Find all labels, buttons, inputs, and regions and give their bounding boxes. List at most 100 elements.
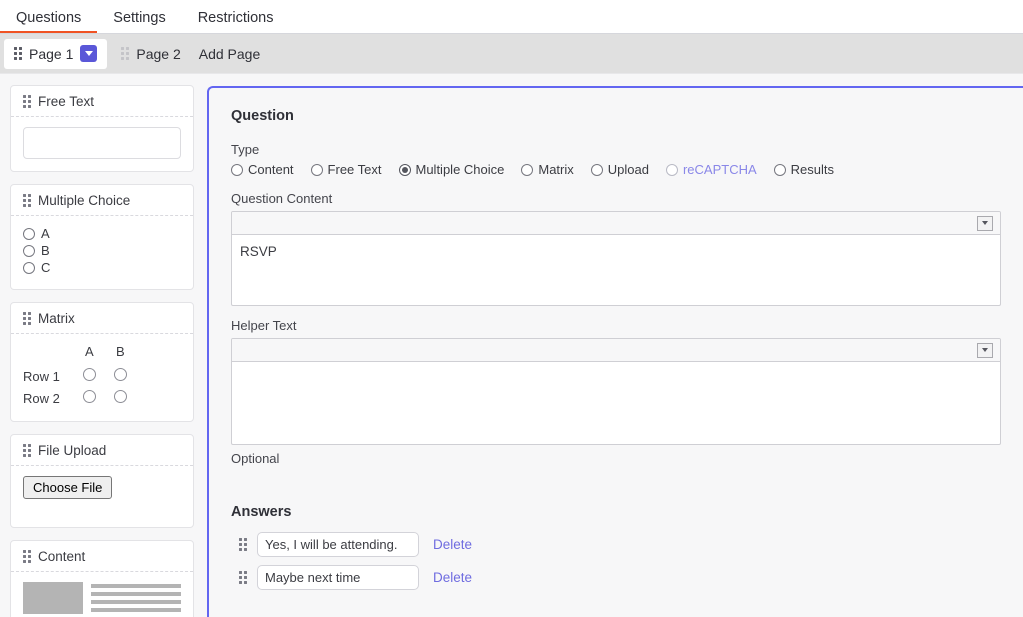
content-image-placeholder bbox=[23, 582, 83, 614]
answer-input[interactable] bbox=[257, 532, 419, 557]
tab-restrictions[interactable]: Restrictions bbox=[182, 10, 290, 35]
page-tab-page-1[interactable]: Page 1 bbox=[4, 38, 108, 69]
type-option-results[interactable]: Results bbox=[773, 162, 835, 177]
radio-icon[interactable] bbox=[23, 261, 35, 274]
question-type-radio-group[interactable]: Content Free Text Multiple Choice Matrix… bbox=[231, 162, 1001, 177]
helper-text-input[interactable] bbox=[232, 362, 1000, 444]
type-option-matrix-label: Matrix bbox=[538, 162, 574, 177]
type-option-content[interactable]: Content bbox=[231, 162, 294, 177]
radio-icon[interactable] bbox=[665, 163, 678, 176]
radio-icon[interactable] bbox=[113, 368, 127, 381]
radio-icon[interactable] bbox=[23, 244, 35, 257]
type-option-multiple-choice[interactable]: Multiple Choice bbox=[398, 162, 505, 177]
palette-card-header: Content bbox=[11, 541, 193, 572]
palette-card-file-upload[interactable]: File Upload Choose File bbox=[10, 434, 194, 528]
page-menu-chevron-down-icon[interactable] bbox=[80, 45, 98, 62]
palette-card-content-label: Content bbox=[38, 549, 86, 564]
type-option-free-text[interactable]: Free Text bbox=[310, 162, 382, 177]
matrix-column-header: A bbox=[85, 344, 94, 359]
palette-card-header: Multiple Choice bbox=[11, 185, 193, 216]
drag-handle-icon[interactable] bbox=[239, 538, 247, 551]
drag-handle-icon[interactable] bbox=[23, 194, 31, 207]
question-content-editor[interactable]: RSVP bbox=[231, 211, 1001, 306]
drag-handle-icon[interactable] bbox=[23, 312, 31, 325]
matrix-corner-cell bbox=[23, 344, 74, 365]
matrix-header-row: A B bbox=[23, 344, 136, 365]
matrix-column-header: B bbox=[116, 344, 125, 359]
type-option-matrix[interactable]: Matrix bbox=[521, 162, 574, 177]
palette-card-body bbox=[11, 117, 193, 171]
palette-card-header: Free Text bbox=[11, 86, 193, 117]
helper-text-toolbar bbox=[232, 339, 1000, 362]
primary-tab-bar: Questions Settings Restrictions bbox=[0, 0, 1023, 34]
radio-icon[interactable] bbox=[773, 163, 786, 176]
radio-icon[interactable] bbox=[310, 163, 323, 176]
add-page-label: Add Page bbox=[198, 45, 261, 62]
palette-card-multiple-choice-label: Multiple Choice bbox=[38, 193, 131, 208]
type-option-upload[interactable]: Upload bbox=[590, 162, 649, 177]
drag-handle-icon[interactable] bbox=[23, 444, 31, 457]
helper-text-optional-note: Optional bbox=[231, 451, 280, 466]
type-option-recaptcha[interactable]: reCAPTCHA bbox=[665, 162, 757, 177]
question-content-input[interactable]: RSVP bbox=[232, 235, 1000, 305]
free-text-preview-input[interactable] bbox=[23, 127, 181, 159]
radio-icon[interactable] bbox=[23, 227, 35, 240]
tab-questions[interactable]: Questions bbox=[0, 9, 98, 35]
delete-answer-link[interactable]: Delete bbox=[433, 570, 472, 585]
matrix-row: Row 2 bbox=[23, 387, 136, 409]
toolbar-chevron-down-icon[interactable] bbox=[977, 342, 993, 358]
matrix-row: Row 1 bbox=[23, 365, 136, 387]
drag-handle-icon[interactable] bbox=[23, 550, 31, 563]
question-content-toolbar bbox=[232, 212, 1000, 235]
delete-answer-link[interactable]: Delete bbox=[433, 537, 472, 552]
matrix-cell[interactable] bbox=[105, 387, 136, 409]
type-option-results-label: Results bbox=[790, 162, 835, 177]
radio-icon[interactable] bbox=[521, 163, 534, 176]
type-option-recaptcha-label: reCAPTCHA bbox=[682, 162, 757, 177]
page-title: Question bbox=[231, 108, 294, 124]
add-page-button[interactable]: Add Page bbox=[191, 39, 269, 69]
palette-card-body: Choose File bbox=[11, 466, 193, 527]
tab-questions-label: Questions bbox=[16, 9, 82, 26]
radio-selected-icon[interactable] bbox=[398, 163, 411, 176]
palette-card-file-upload-label: File Upload bbox=[38, 443, 107, 458]
radio-icon[interactable] bbox=[82, 390, 96, 403]
radio-icon[interactable] bbox=[231, 163, 243, 176]
type-option-multiple-choice-label: Multiple Choice bbox=[415, 162, 505, 177]
question-editor-panel: Question Type Content Free Text Multiple… bbox=[207, 86, 1023, 617]
palette-card-matrix-label: Matrix bbox=[38, 311, 75, 326]
page-tab-page-1-label: Page 1 bbox=[29, 45, 74, 62]
drag-handle-icon[interactable] bbox=[23, 95, 31, 108]
matrix-cell[interactable] bbox=[105, 365, 136, 387]
matrix-cell[interactable] bbox=[74, 387, 105, 409]
palette-option-row[interactable]: C bbox=[23, 260, 181, 275]
palette-card-multiple-choice[interactable]: Multiple Choice A B C bbox=[10, 184, 194, 290]
palette-card-free-text[interactable]: Free Text bbox=[10, 85, 194, 172]
matrix-row-label: Row 1 bbox=[23, 368, 60, 384]
palette-card-body bbox=[11, 572, 193, 617]
helper-text-editor[interactable] bbox=[231, 338, 1001, 445]
answer-input[interactable] bbox=[257, 565, 419, 590]
page-tab-page-2[interactable]: Page 2 bbox=[111, 39, 190, 69]
tab-settings[interactable]: Settings bbox=[97, 10, 181, 35]
page-tab-strip: Page 1 Page 2 Add Page bbox=[0, 34, 1023, 74]
content-placeholder-graphic bbox=[23, 582, 181, 617]
palette-option-row[interactable]: B bbox=[23, 243, 181, 258]
radio-icon[interactable] bbox=[113, 390, 127, 403]
toolbar-chevron-down-icon[interactable] bbox=[977, 215, 993, 231]
drag-handle-icon[interactable] bbox=[121, 47, 130, 60]
drag-handle-icon[interactable] bbox=[239, 571, 247, 584]
palette-option-label: C bbox=[41, 260, 51, 275]
choose-file-button[interactable]: Choose File bbox=[23, 476, 113, 499]
palette-card-matrix[interactable]: Matrix A B Row 1 Row 2 bbox=[10, 302, 194, 422]
palette-card-content[interactable]: Content bbox=[10, 540, 194, 617]
helper-text-label: Helper Text bbox=[231, 318, 297, 333]
palette-option-row[interactable]: A bbox=[23, 226, 181, 241]
component-palette[interactable]: Free Text Multiple Choice A B C Matrix A… bbox=[0, 75, 206, 617]
radio-icon[interactable] bbox=[590, 163, 603, 176]
drag-handle-icon[interactable] bbox=[14, 47, 22, 60]
palette-card-body: A B C bbox=[11, 216, 193, 289]
matrix-cell[interactable] bbox=[74, 365, 105, 387]
type-option-content-label: Content bbox=[248, 162, 294, 177]
radio-icon[interactable] bbox=[82, 368, 96, 381]
